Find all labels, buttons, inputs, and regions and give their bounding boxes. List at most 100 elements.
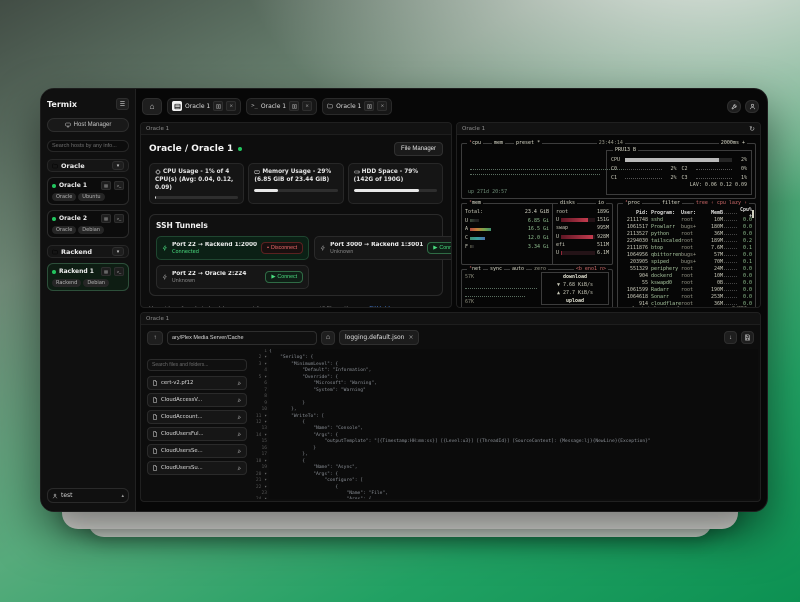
session-tab[interactable]: Oracle 1 × xyxy=(322,98,392,115)
file-item[interactable]: CloudUsersSe... xyxy=(147,444,247,458)
host-card[interactable]: Oracle 2 ▤ >_ OracleDebian xyxy=(47,210,129,238)
file-manager-button[interactable]: File Manager xyxy=(394,142,443,156)
host-card[interactable]: Oracle 1 ▤ >_ OracleUbuntu xyxy=(47,177,129,205)
tunnel-route: Port 22 → Rackend 1:2000 xyxy=(172,242,257,248)
download-button[interactable]: ↓ xyxy=(724,331,737,344)
user-menu[interactable]: test ▴ xyxy=(47,488,129,503)
pin-icon[interactable] xyxy=(237,466,242,471)
tunnel-action-button[interactable]: ▪Disconnect xyxy=(261,242,303,254)
tunnel-action-button[interactable]: ▶Connect xyxy=(427,242,452,254)
tunnel-action-button[interactable]: ▶Connect xyxy=(265,271,303,283)
process-row: 55kswapd0root 0B0.0 xyxy=(621,279,752,286)
download-icon: ↓ xyxy=(729,335,732,341)
pin-icon[interactable] xyxy=(237,432,242,437)
terminal-screen[interactable]: ¹cpu mem preset * 23:44:14 2000ms + up 2… xyxy=(457,135,760,307)
split-icon xyxy=(367,104,372,109)
host-terminal-button[interactable]: >_ xyxy=(114,181,124,190)
split-view-button[interactable] xyxy=(364,101,374,111)
parent-directory-button[interactable]: ↑ xyxy=(147,331,163,345)
file-item[interactable]: cert-v2.pf12 xyxy=(147,376,247,390)
sidebar-menu-button[interactable]: ☰ xyxy=(116,98,129,110)
host-group-header[interactable]: Oracle ▾ xyxy=(47,159,129,172)
tunnel-icon xyxy=(162,245,168,251)
file-icon xyxy=(152,465,158,471)
host-group-header[interactable]: Rackend ▾ xyxy=(47,245,129,258)
process-row: 1064618Sonarrroot 253M0.0 xyxy=(621,293,752,300)
process-row: 1061599Radarrroot 190M0.0 xyxy=(621,286,752,293)
file-item[interactable]: CloudAccessV... xyxy=(147,393,247,407)
file-name: CloudUsersSe... xyxy=(161,448,234,454)
profile-icon xyxy=(749,103,756,110)
host-terminal-button[interactable]: >_ xyxy=(114,267,124,276)
code-editor[interactable]: 12 ▾3 ▾45 ▾67891011 ▾12 ▾1314 ▾15161718 … xyxy=(253,349,758,499)
chevron-down-icon[interactable]: ▾ xyxy=(112,247,124,256)
terminal-panel-label: Oracle 1 xyxy=(462,126,485,132)
online-status-dot xyxy=(238,147,242,151)
uptime-text: up 271d 20:57 xyxy=(468,189,507,195)
editor-code: { "Serilog": { "MinimumLevel": { "Defaul… xyxy=(269,349,758,499)
host-tag: Oracle xyxy=(52,226,76,234)
file-search-input[interactable] xyxy=(147,359,247,371)
tab-label: Oracle 1 xyxy=(185,103,210,110)
file-list: cert-v2.pf12 CloudAccessV... CloudAccoun… xyxy=(147,376,247,475)
tunnel-icon xyxy=(162,274,168,280)
editor-file-tab[interactable]: logging.default.json × xyxy=(339,330,419,345)
stat-card: HDD Space - 79% (142G of 190G) xyxy=(348,163,443,204)
file-item[interactable]: CloudUsersSu... xyxy=(147,461,247,475)
session-tab[interactable]: >_ Oracle 1 × xyxy=(246,98,317,115)
app-window: Termix ☰ Host Manager Oracle ▾ Oracle 1 … xyxy=(40,88,768,512)
pin-icon[interactable] xyxy=(237,449,242,454)
host-tag: Debian xyxy=(83,279,109,287)
pin-icon[interactable] xyxy=(237,415,242,420)
close-tab-button[interactable]: × xyxy=(226,101,236,111)
home-tab-button[interactable]: ⌂ xyxy=(142,98,162,115)
feedback-note: Have ideas for what should come next for… xyxy=(149,306,443,308)
breadcrumb: Oracle / Oracle 1 xyxy=(149,144,233,154)
process-row: 2111748sshdroot 10M0.0 xyxy=(621,216,752,223)
host-manager-button[interactable]: Host Manager xyxy=(47,118,129,132)
path-input[interactable] xyxy=(167,331,317,345)
app-title: Termix xyxy=(47,100,77,109)
chevron-down-icon[interactable]: ▾ xyxy=(112,161,124,170)
play-icon: ▶ xyxy=(271,274,275,280)
github-link[interactable]: GitHub! xyxy=(369,306,390,308)
file-item[interactable]: CloudAccount... xyxy=(147,410,247,424)
chevron-up-icon: ▴ xyxy=(121,493,124,499)
host-details-button[interactable]: ▤ xyxy=(101,181,111,190)
close-tab-button[interactable]: × xyxy=(302,101,312,111)
save-button[interactable] xyxy=(741,331,754,344)
user-icon xyxy=(52,493,58,499)
session-tab[interactable]: Oracle 1 × xyxy=(167,98,241,115)
process-row: 904dockerdroot 10M0.0 xyxy=(621,272,752,279)
folder-icon xyxy=(52,163,58,169)
host-search-input[interactable] xyxy=(47,140,129,152)
host-details-button[interactable]: ▤ xyxy=(101,214,111,223)
admin-settings-button[interactable] xyxy=(727,100,741,113)
process-row: 2294030tailscaledroot 189M0.2 xyxy=(621,237,752,244)
file-item[interactable]: CloudUsersFul... xyxy=(147,427,247,441)
host-status-dot xyxy=(52,184,56,188)
code-line: "Args": { xyxy=(269,497,758,499)
close-icon[interactable]: × xyxy=(408,334,413,341)
host-terminal-button[interactable]: >_ xyxy=(114,214,124,223)
stop-icon: ▪ xyxy=(267,245,269,251)
close-tab-button[interactable]: × xyxy=(377,101,387,111)
host-card[interactable]: Rackend 1 ▤ >_ RackendDebian xyxy=(47,263,129,291)
tunnel-card: Port 22 → Rackend 1:2000 Connected ▪Disc… xyxy=(156,236,309,260)
terminal-icon: >_ xyxy=(251,103,258,109)
host-details-button[interactable]: ▤ xyxy=(101,267,111,276)
sidebar: Termix ☰ Host Manager Oracle ▾ Oracle 1 … xyxy=(41,89,136,511)
pin-icon[interactable] xyxy=(237,398,242,403)
tab-label: Oracle 1 xyxy=(336,103,361,110)
split-view-button[interactable] xyxy=(213,101,223,111)
refresh-icon[interactable]: ↻ xyxy=(749,125,755,133)
pin-icon[interactable] xyxy=(237,381,242,386)
tunnel-status: Unknown xyxy=(330,249,423,255)
host-group: Rackend ▾ Rackend 1 ▤ >_ RackendDebian xyxy=(47,245,129,291)
split-view-button[interactable] xyxy=(289,101,299,111)
profile-button[interactable] xyxy=(745,100,759,113)
ssh-tunnels-section: SSH Tunnels Port 22 → Rackend 1:2000 Con… xyxy=(149,214,443,296)
tunnel-card: Port 3000 → Rackend 1:3001 Unknown ▶Conn… xyxy=(314,236,452,260)
editor-home-button[interactable]: ⌂ xyxy=(321,331,335,345)
file-name: CloudUsersFul... xyxy=(161,431,234,437)
